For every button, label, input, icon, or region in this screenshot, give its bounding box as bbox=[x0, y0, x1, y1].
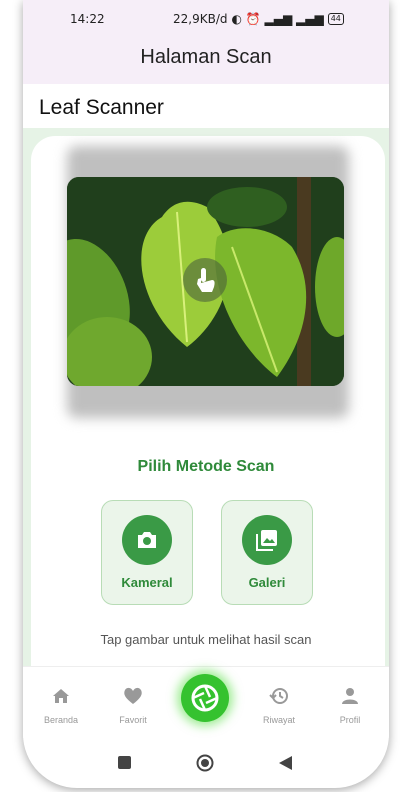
method-title: Pilih Metode Scan bbox=[137, 458, 275, 475]
gallery-label: Galeri bbox=[248, 575, 286, 590]
status-time: 14:22 bbox=[70, 12, 105, 26]
signal-icon: ◐ ⏰ ▂▄▆ ▂▄▆ bbox=[231, 12, 324, 26]
nav-item-beranda[interactable]: Beranda bbox=[31, 685, 91, 725]
heart-icon bbox=[103, 685, 163, 707]
network-speed: 22,9KB/d bbox=[173, 12, 228, 26]
app-bar-title: Halaman Scan bbox=[23, 36, 389, 84]
camera-label: Kameral bbox=[121, 575, 173, 590]
scan-shutter-icon bbox=[191, 684, 219, 712]
scan-hint: Tap gambar untuk melihat hasil scan bbox=[100, 632, 312, 647]
gallery-icon bbox=[242, 515, 292, 565]
battery-icon: 44 bbox=[327, 13, 344, 25]
camera-icon bbox=[122, 515, 172, 565]
home-button[interactable] bbox=[196, 754, 214, 777]
phone-frame: 14:22 22,9KB/d ◐ ⏰ ▂▄▆ ▂▄▆ 44 Halaman Sc… bbox=[23, 0, 389, 788]
system-nav-bar bbox=[23, 744, 389, 784]
page-heading: Leaf Scanner bbox=[39, 96, 164, 119]
nav-item-riwayat[interactable]: Riwayat bbox=[249, 685, 309, 725]
camera-button[interactable]: Kameral bbox=[101, 500, 193, 605]
nav-label-favorit: Favorit bbox=[119, 715, 147, 725]
nav-item-profil[interactable]: Profil bbox=[320, 685, 380, 725]
history-icon bbox=[249, 685, 309, 707]
scan-button[interactable] bbox=[181, 674, 229, 722]
status-bar: 14:22 22,9KB/d ◐ ⏰ ▂▄▆ ▂▄▆ 44 bbox=[23, 0, 389, 36]
status-indicators: 22,9KB/d ◐ ⏰ ▂▄▆ ▂▄▆ 44 bbox=[173, 12, 344, 26]
back-button[interactable] bbox=[279, 756, 292, 775]
home-icon bbox=[31, 685, 91, 707]
tap-hand-icon[interactable] bbox=[183, 258, 227, 302]
gallery-button[interactable]: Galeri bbox=[221, 500, 313, 605]
nav-label-beranda: Beranda bbox=[43, 715, 79, 725]
nav-label-riwayat: Riwayat bbox=[262, 715, 295, 725]
person-icon bbox=[320, 685, 380, 707]
nav-item-favorit[interactable]: Favorit bbox=[103, 685, 163, 725]
nav-label-profil: Profil bbox=[339, 715, 361, 725]
recent-apps-button[interactable] bbox=[118, 756, 131, 774]
